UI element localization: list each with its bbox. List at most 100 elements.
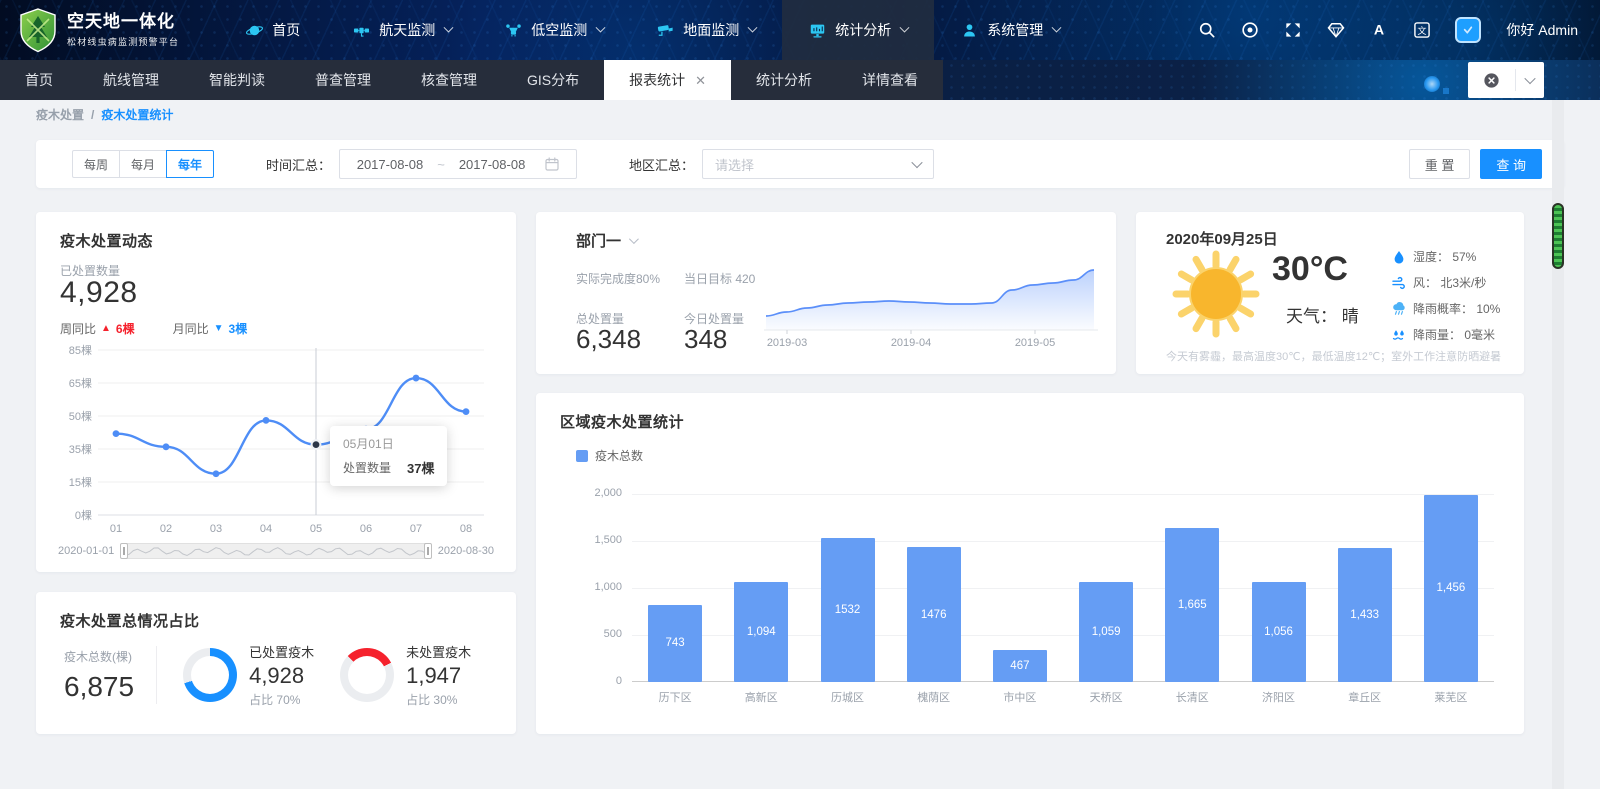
period-button-每月[interactable]: 每月 [119,150,167,178]
bar-章丘区[interactable]: 1,433 [1338,548,1392,682]
tab-label: 普查管理 [315,70,371,90]
date-range-input[interactable]: 2017-08-08 ~ 2017-08-08 [339,149,577,179]
region-select-placeholder: 请选择 [715,155,913,174]
tab-统计分析[interactable]: 统计分析 [731,60,837,100]
breadcrumb-separator: / [91,108,94,122]
search-icon[interactable] [1197,20,1217,40]
tab-label: 航线管理 [103,70,159,90]
bar-历下区[interactable]: 743 [648,605,702,682]
rainfall-icon [1392,328,1406,342]
bar-y-axis: 05001,0001,5002,000 [536,494,622,682]
target-icon[interactable] [1240,20,1260,40]
bar-plot-area: 743 1,094 1532 1476 467 1,059 1,665 1,056 1,433 1… [632,494,1494,682]
fullscreen-icon[interactable] [1283,20,1303,40]
chevron-down-icon [629,234,639,244]
time-filter-label: 时间汇总： [266,155,331,174]
comparison-row: 周同比 ▲ 6棵 月同比 ▼ 3棵 [60,320,247,337]
translate-icon[interactable]: 文 [1412,20,1432,40]
bar-莱芜区[interactable]: 1,456 [1424,495,1478,682]
tab-close-icon[interactable]: ✕ [695,74,706,87]
bar-天桥区[interactable]: 1,059 [1079,582,1133,682]
close-all-tabs-icon[interactable] [1468,71,1515,90]
topnav-item-统计分析[interactable]: 统计分析 [782,0,934,60]
processed-value: 4,928 [249,663,314,689]
x-tick-label: 槐荫区 [891,689,977,705]
total-trees-value: 6,875 [64,671,134,703]
x-tick-label: 历下区 [632,689,718,705]
today-dispatch-value: 348 [684,324,727,355]
topnav-menu: 首页 航天监测 低空监测地面监测统计分析系统管理 [219,0,1086,60]
fontsize-icon[interactable]: A [1369,20,1389,40]
divider [156,646,157,704]
chevron-down-icon [1052,22,1062,32]
user-greeting: 你好 Admin [1506,20,1578,40]
bar-长清区[interactable]: 1,665 [1165,528,1219,682]
region-filter-label: 地区汇总： [629,155,694,174]
tab-航线管理[interactable]: 航线管理 [78,60,184,100]
svg-text:A: A [1374,23,1384,39]
svg-text:07: 07 [410,523,422,535]
weather-detail-list: 湿度： 57%风： 北3米/秒降雨概率： 10%降雨量： 0毫米 [1392,248,1500,343]
weather-item: 降雨概率： 10% [1392,300,1500,317]
bar-value-label: 1,059 [1079,626,1133,638]
tab-核查管理[interactable]: 核查管理 [396,60,502,100]
region-select[interactable]: 请选择 [702,149,934,179]
region-stats-card: 区域疫木处置统计 疫木总数 05001,0001,5002,000 7431,0… [536,393,1524,734]
tab-GIS分布[interactable]: GIS分布 [502,60,604,100]
processed-donut-chart[interactable] [183,648,237,702]
datazoom-left-handle[interactable] [120,543,128,559]
x-tick-label: 章丘区 [1322,689,1408,705]
tab-智能判读[interactable]: 智能判读 [184,60,290,100]
bar-市中区[interactable]: 467 [993,650,1047,682]
datazoom-track[interactable] [120,543,431,559]
period-button-每年[interactable]: 每年 [166,150,214,178]
tab-详情查看[interactable]: 详情查看 [837,60,943,100]
topnav-item-地面监测[interactable]: 地面监测 [630,0,782,60]
tab-报表统计[interactable]: 报表统计✕ [604,60,731,100]
reset-button[interactable]: 重 置 [1409,149,1471,179]
bar-高新区[interactable]: 1,094 [734,582,788,682]
topnav-item-低空监测[interactable]: 低空监测 [478,0,630,60]
bar-槐荫区[interactable]: 1476 [907,547,961,682]
tooltip-series: 处置数量 [343,459,391,476]
tab-label: 智能判读 [209,70,265,90]
scrollbar-thumb[interactable] [1552,203,1564,269]
weather-card: 2020年09月25日 30°C 天气： 晴 湿度： 57%风： 北3米/秒降雨… [1136,212,1524,374]
bar-value-label: 1,456 [1424,582,1478,594]
department-selector[interactable]: 部门一 [576,230,636,251]
completion-label: 实际完成度80% [576,270,660,287]
datazoom-right-handle[interactable] [424,543,432,559]
sun-icon [1172,250,1260,338]
bar-历城区[interactable]: 1532 [821,538,875,682]
bar-济阳区[interactable]: 1,056 [1252,582,1306,682]
wow-value: 6棵 [116,320,135,337]
diamond-icon[interactable] [1326,20,1346,40]
unprocessed-donut-chart[interactable] [340,648,394,702]
processed-count-value: 4,928 [60,276,138,310]
topnav-item-首页[interactable]: 首页 [219,0,326,60]
topnav-item-系统管理[interactable]: 系统管理 [934,0,1086,60]
svg-text:01: 01 [110,523,122,535]
app-title: 空天地一体化 [67,12,179,32]
tab-首页[interactable]: 首页 [0,60,78,100]
period-button-每周[interactable]: 每周 [72,150,120,178]
tab-label: 首页 [25,70,53,90]
tab-menu-chevron-icon[interactable] [1516,76,1544,84]
tabs-strip: 首页 航线管理 智能判读 普查管理 核查管理GIS分布报表统计✕统计分析详情查看 [0,60,1600,100]
bar-legend[interactable]: 疫木总数 [576,447,643,464]
date-separator: ~ [437,157,445,172]
bar-value-label: 1476 [907,609,961,621]
bar-value-label: 1,056 [1252,626,1306,638]
bar-value-label: 1532 [821,604,875,616]
breadcrumb-root[interactable]: 疫木处置 [36,106,84,123]
topnav-item-label: 航天监测 [379,20,435,40]
query-button[interactable]: 查 询 [1480,149,1542,179]
topnav-item-label: 首页 [272,20,300,40]
legend-label: 疫木总数 [595,447,643,464]
theme-toggle-icon[interactable] [1455,17,1481,43]
tab-普查管理[interactable]: 普查管理 [290,60,396,100]
department-area-chart[interactable]: 2019-032019-042019-05 [764,242,1098,360]
topnav-item-航天监测[interactable]: 航天监测 [326,0,478,60]
svg-text:35棵: 35棵 [69,442,92,456]
tab-actions-control[interactable] [1468,62,1544,98]
